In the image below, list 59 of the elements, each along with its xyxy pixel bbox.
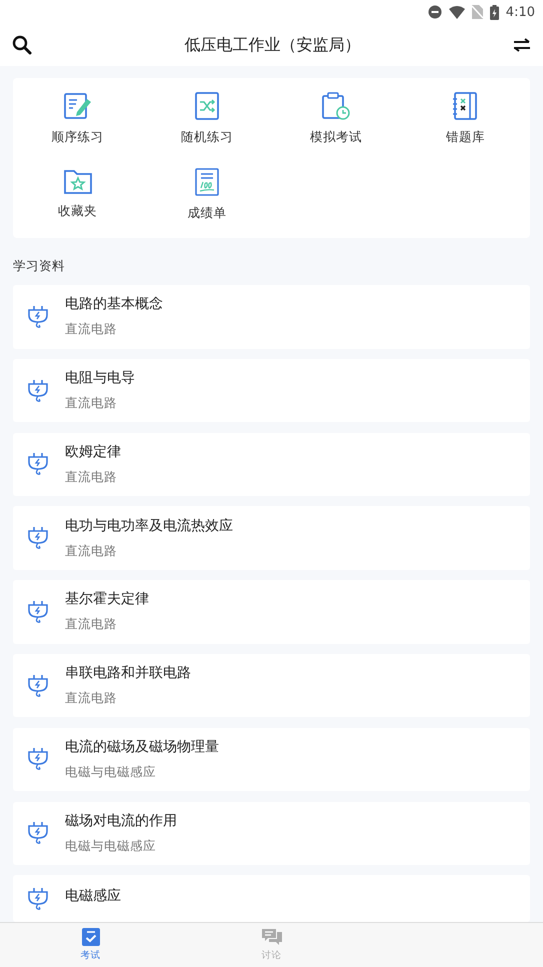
material-category: 直流电路: [65, 395, 118, 412]
do-not-disturb-icon: [428, 5, 442, 19]
plug-icon: [27, 304, 49, 329]
material-category: 电磁与电磁感应: [65, 838, 157, 855]
shortcut-button[interactable]: 模拟考试: [272, 92, 401, 146]
shortcut-button[interactable]: 错题库: [400, 92, 530, 146]
material-item[interactable]: 电路的基本概念 直流电路: [13, 285, 530, 349]
notebook-cross-icon: [452, 92, 478, 120]
section-heading: 学习资料: [13, 257, 66, 276]
plug-icon: [27, 887, 49, 912]
material-title: 电磁感应: [65, 887, 121, 906]
material-title: 电流的磁场及磁场物理量: [65, 738, 219, 756]
shuffle-icon: [194, 92, 219, 120]
checklist-icon: [82, 928, 100, 946]
material-item[interactable]: 欧姆定律 直流电路: [13, 432, 530, 496]
material-item[interactable]: 串联电路和并联电路 直流电路: [13, 654, 530, 718]
material-item[interactable]: 电阻与电导 直流电路: [13, 358, 530, 422]
material-item[interactable]: 电流的磁场及磁场物理量 电磁与电磁感应: [13, 728, 530, 792]
score-sheet-icon: [194, 168, 219, 196]
material-category: 电磁与电磁感应: [65, 764, 157, 781]
plug-icon: [27, 747, 49, 772]
chat-bubbles-icon: [262, 928, 282, 946]
material-title: 基尔霍夫定律: [65, 590, 149, 608]
material-title: 欧姆定律: [65, 442, 121, 461]
nav-tab[interactable]: 考试: [0, 923, 181, 967]
material-category: 直流电路: [65, 690, 118, 708]
plug-icon: [27, 378, 49, 403]
clock: 4:10: [506, 4, 535, 20]
no-sim-icon: [472, 5, 483, 19]
material-title: 磁场对电流的作用: [65, 812, 177, 830]
notepad-pencil-icon: [64, 92, 92, 120]
wifi-icon: [448, 6, 465, 18]
material-title: 电阻与电导: [65, 369, 135, 388]
plug-icon: [27, 821, 49, 846]
battery-icon: [490, 4, 499, 20]
plug-icon: [27, 452, 49, 476]
material-category: 直流电路: [65, 468, 118, 486]
material-category: 直流电路: [65, 542, 118, 560]
material-item[interactable]: 电功与电功率及电流热效应 直流电路: [13, 506, 530, 570]
material-title: 串联电路和并联电路: [65, 664, 191, 682]
material-item[interactable]: 电磁感应: [13, 875, 530, 922]
material-category: 直流电路: [65, 321, 118, 338]
plug-icon: [27, 526, 49, 550]
material-title: 电路的基本概念: [65, 295, 163, 314]
search-button[interactable]: [10, 33, 34, 57]
clipboard-clock-icon: [322, 92, 350, 120]
shortcut-button[interactable]: 顺序练习: [13, 92, 142, 146]
material-item[interactable]: 磁场对电流的作用 电磁与电磁感应: [13, 802, 530, 865]
folder-star-icon: [64, 168, 92, 194]
material-title: 电功与电功率及电流热效应: [65, 516, 233, 535]
switch-button[interactable]: [511, 36, 533, 54]
shortcut-button[interactable]: 成绩单: [142, 168, 272, 222]
plug-icon: [27, 674, 49, 698]
shortcut-button[interactable]: 收藏夹: [13, 168, 142, 222]
shortcut-button[interactable]: 随机练习: [142, 92, 272, 146]
page-title: 低压电工作业（安监局）: [184, 34, 360, 56]
material-item[interactable]: 基尔霍夫定律 直流电路: [13, 580, 530, 644]
material-category: 直流电路: [65, 616, 118, 634]
plug-icon: [27, 600, 49, 624]
